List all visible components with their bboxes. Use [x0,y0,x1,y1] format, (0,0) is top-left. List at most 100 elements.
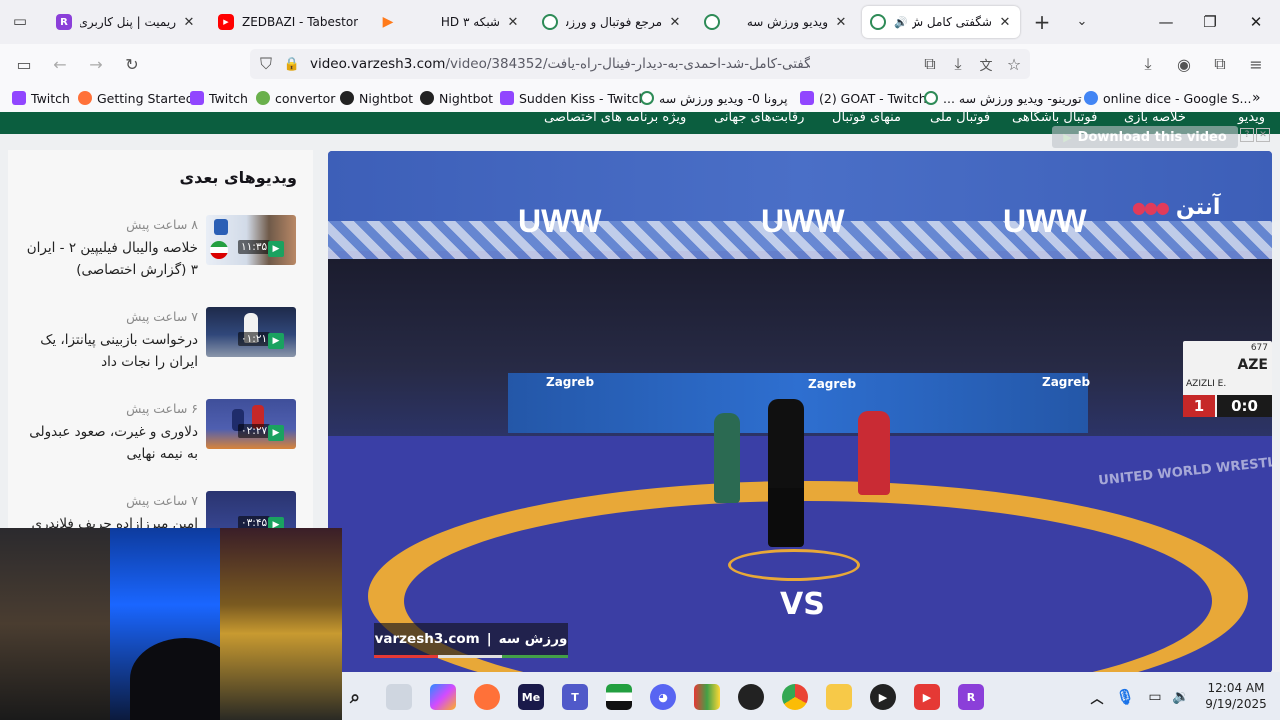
bookmark-item[interactable]: Nightbot [420,89,493,107]
maximize-button[interactable]: ❐ [1190,8,1230,36]
bookmark-item[interactable]: تورینو- ویدیو ورزش سه ... [924,89,1082,107]
tab-zedbazi[interactable]: ▶ ZEDBAZI - Tabeston [210,6,366,38]
search-icon[interactable]: ⌕ [342,684,368,710]
close-icon[interactable]: ✕ [668,15,682,30]
bookmark-item[interactable]: Getting Started [78,89,194,107]
bookmark-item[interactable]: پرونا 0- ویدیو ورزش سه [640,89,788,107]
site-nav-video[interactable]: ویدیو [1238,112,1265,125]
app-icon[interactable] [694,684,720,710]
close-icon[interactable]: ✕ [998,15,1012,30]
file-explorer-icon[interactable] [826,684,852,710]
volume-icon[interactable]: 🔉 [1168,684,1194,710]
url-text[interactable]: video.varzesh3.com/video/384352/شگفتی-کا… [310,56,810,72]
tab-list-icon[interactable]: ▭ [10,12,30,32]
reload-icon[interactable]: ↻ [120,52,144,76]
wrestler-red [858,411,890,495]
video-title[interactable]: خلاصه والیبال فیلیپین ۲ - ایران ۳ (گزارش… [23,237,198,281]
score-period: 1 [1183,395,1215,417]
speaker-icon[interactable]: 🔊 [894,16,908,29]
account-icon[interactable]: ◉ [1172,52,1196,76]
site-nav-specials[interactable]: ویژه برنامه های اختصاصی [544,112,686,125]
site-nav-highlights[interactable]: خلاصه بازی [1124,112,1186,125]
menu-icon[interactable]: ≡ [1244,52,1268,76]
shield-icon[interactable]: ⛉ [254,52,278,76]
flag-app-icon[interactable] [606,684,632,710]
close-icon[interactable]: ✕ [182,15,196,30]
minimize-button[interactable]: — [1146,8,1186,36]
bookmark-item[interactable]: Nightbot [340,89,413,107]
tab-varzesh-ref[interactable]: مرجع فوتبال و ورزش ✕ [534,6,690,38]
star-icon[interactable]: ☆ [1002,52,1026,76]
tab-active[interactable]: 🔊 شگفتی کامل ش ✕ [862,6,1020,38]
lock-icon[interactable]: 🔒 [280,52,304,76]
downloads-icon[interactable]: ⤓ [1136,52,1160,76]
scoreboard: 677 AZE AZIZLI E. 1 0:0 [1183,341,1272,417]
bookmark-item[interactable]: Twitch [190,89,248,107]
site-nav-national-football[interactable]: فوتبال ملی [930,112,990,125]
media-encoder-icon[interactable]: Me [518,684,544,710]
bookmarks-overflow-icon[interactable]: » [1252,89,1261,107]
new-tab-button[interactable]: + [1030,10,1054,34]
video-thumbnail[interactable]: ۰۱:۲۱ ▶ [206,307,296,357]
tab-remit[interactable]: R ریمیت | پنل کاربری ✕ [48,6,204,38]
tab-strip: ▭ R ریمیت | پنل کاربری ✕ ▶ ZEDBAZI - Tab… [0,0,1280,44]
list-item[interactable]: ۰۲:۲۷ ▶ ۶ ساعت پیش دلاوری و غیرت، صعود ع… [8,399,313,479]
firefox-icon[interactable] [474,684,500,710]
copilot-icon[interactable] [430,684,456,710]
tab-media[interactable]: ▶ شبکه ۳ HD ✕ [372,6,528,38]
task-view-icon[interactable] [386,684,412,710]
banner-text: UWW [1003,203,1087,239]
obs-icon[interactable] [738,684,764,710]
play-icon: ▶ [268,425,284,441]
sidebar-icon[interactable]: ▭ [12,52,36,76]
picture-in-picture-icon[interactable]: ⧉ [918,52,942,76]
url-bar[interactable]: ⛉ 🔒 video.varzesh3.com/video/384352/شگفت… [250,49,1030,79]
extensions-icon[interactable]: ⧉ [1208,52,1232,76]
back-icon[interactable]: ← [48,52,72,76]
network-icon[interactable]: ▭ [1142,684,1168,710]
bookmark-item[interactable]: convertor [256,89,335,107]
close-icon[interactable]: ✕ [506,15,520,30]
chrome-icon[interactable] [782,684,808,710]
video-app-icon[interactable]: ▶ [914,684,940,710]
bookmark-item[interactable]: Twitch [12,89,70,107]
varzesh3-watermark: varzesh3.com | ورزش سه [374,623,568,655]
clock[interactable]: 12:04 AM 9/19/2025 [1200,680,1272,712]
bookmark-item[interactable]: (2) GOAT - Twitch [800,89,927,107]
media-icon: ▶ [382,14,394,30]
bookmark-item[interactable]: online dice - Google S... [1084,89,1251,107]
remit-app-icon[interactable]: R [958,684,984,710]
video-thumbnail[interactable]: ۰۲:۲۷ ▶ [206,399,296,449]
teams-icon[interactable]: T [562,684,588,710]
tab-varzesh-video[interactable]: ویدیو ورزش سه ✕ [696,6,856,38]
close-icon[interactable]: ✕ [1256,128,1270,142]
bookmark-label: تورینو- ویدیو ورزش سه ... [943,90,1082,106]
media-player-icon[interactable]: ▶ [870,684,896,710]
bookmark-item[interactable]: Sudden Kiss - Twitch [500,89,646,107]
download-page-icon[interactable]: ⤓ [946,52,970,76]
forward-icon[interactable]: → [84,52,108,76]
video-thumbnail[interactable]: ۱۱:۳۵ ▶ [206,215,296,265]
close-window-button[interactable]: ✕ [1236,8,1276,36]
tray-chevron-icon[interactable]: ︿ [1084,684,1110,710]
video-title[interactable]: دلاوری و غیرت، صعود عبدولی به نیمه نهایی [23,421,198,465]
site-nav-club-football[interactable]: فوتبال باشگاهی [1012,112,1097,125]
varzesh3-icon [704,14,720,30]
sponsor-text: Zagreb [808,377,857,391]
list-item[interactable]: ۰۱:۲۱ ▶ ۷ ساعت پیش درخواست بازبینی پیانت… [8,307,313,387]
tab-title: ZEDBAZI - Tabeston [242,15,358,29]
translate-icon[interactable]: 文 [974,52,998,76]
video-time: ۶ ساعت پیش [126,401,198,416]
chevron-down-icon[interactable]: ⌄ [1072,10,1092,34]
close-icon[interactable]: ✕ [834,15,848,30]
download-video-button[interactable]: ▶ Download this video [1052,126,1238,148]
list-item[interactable]: ۱۱:۳۵ ▶ ۸ ساعت پیش خلاصه والیبال فیلیپین… [8,215,313,295]
help-icon[interactable]: ? [1240,128,1254,142]
video-player[interactable]: UWW UWW UWW ●●● آنتن Zagreb Zagreb Zagre… [328,151,1272,673]
microphone-icon[interactable]: 🎙 [1112,684,1138,710]
video-title[interactable]: درخواست بازبینی پیانتزا، یک ایران را نجا… [23,329,198,373]
discord-icon[interactable]: ◕ [650,684,676,710]
site-nav-world-competitions[interactable]: رقابت‌های جهانی [714,112,804,125]
site-nav-other-sports[interactable]: منهای فوتبال [832,112,901,125]
tab-title: ویدیو ورزش سه [746,15,828,29]
